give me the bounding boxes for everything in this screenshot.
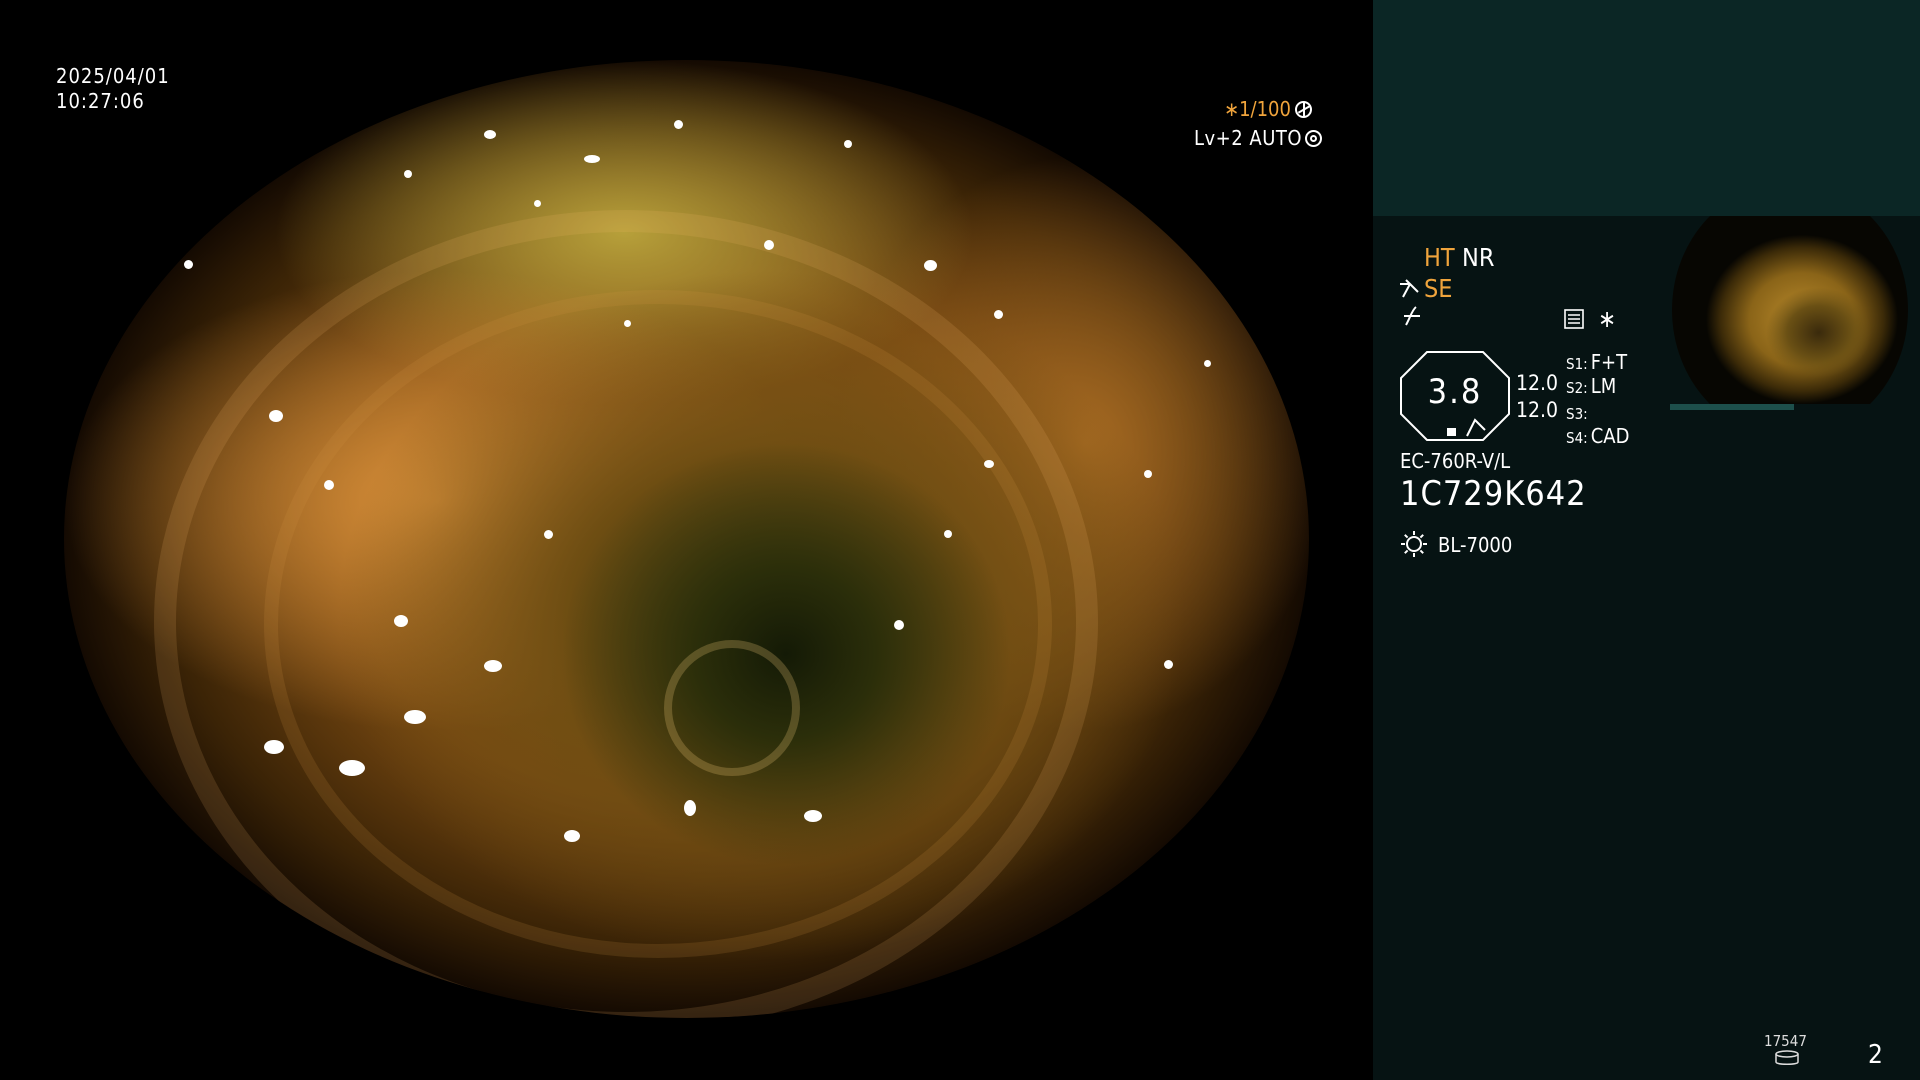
dial-value-2: 12.0 xyxy=(1516,398,1559,422)
light-reflection xyxy=(564,830,580,842)
mucosal-fold xyxy=(664,640,800,776)
page-number: 2 xyxy=(1868,1040,1883,1070)
time-text: 10:27:06 xyxy=(56,89,145,113)
ht-indicator: HT xyxy=(1424,243,1455,272)
light-reflection xyxy=(394,615,408,627)
light-reflection xyxy=(484,660,502,672)
scope-serial: 1C729K642 xyxy=(1400,474,1587,514)
level-text: Lv+2 AUTO xyxy=(1194,126,1303,150)
light-reflection xyxy=(324,480,334,490)
shutter-text: ∗1/100 xyxy=(1224,97,1291,121)
light-reflection xyxy=(484,130,496,139)
date-text: 2025/04/01 xyxy=(56,64,170,88)
switch-key: S3: xyxy=(1566,405,1588,423)
captured-image-thumbnail[interactable] xyxy=(1672,216,1908,404)
thumbnail-bar xyxy=(1670,404,1794,410)
light-reflection xyxy=(404,710,426,724)
light-reflection xyxy=(1144,470,1152,478)
light-reflection xyxy=(994,310,1003,319)
info-panel-header xyxy=(1373,0,1920,216)
scope-switch-2: S2: LM xyxy=(1566,374,1616,398)
switch-value: F+T xyxy=(1590,350,1628,374)
light-reflection xyxy=(944,530,952,538)
light-reflection xyxy=(404,170,412,178)
lens-value: 3.8 xyxy=(1427,372,1483,412)
auto-exposure-icon xyxy=(1305,130,1323,147)
scope-model: EC-760R-V/L xyxy=(1400,449,1511,473)
light-reflection xyxy=(264,740,284,754)
light-reflection xyxy=(1204,360,1211,367)
light-reflection xyxy=(1164,660,1173,669)
shutter-speed: ∗1/100 xyxy=(1224,97,1312,121)
switch-value: LM xyxy=(1590,374,1617,398)
light-reflection xyxy=(184,260,193,269)
freeze-icon xyxy=(1404,306,1420,326)
aperture-icon xyxy=(1294,101,1312,118)
light-reflection xyxy=(269,410,283,422)
light-reflection xyxy=(844,140,852,148)
structure-enhance-icon xyxy=(1400,279,1419,298)
datetime: 2025/04/01 10:27:06 xyxy=(56,64,170,114)
light-reflection xyxy=(544,530,553,539)
light-reflection xyxy=(984,460,994,468)
light-reflection xyxy=(804,810,822,822)
switch-key: S2: xyxy=(1566,379,1588,397)
scope-switch-1: S1: F+T xyxy=(1566,350,1627,374)
dial-value-1: 12.0 xyxy=(1516,371,1559,395)
nr-indicator: NR xyxy=(1462,243,1495,272)
light-reflection xyxy=(684,800,696,816)
mode-icon xyxy=(1564,309,1584,329)
switch-key: S4: xyxy=(1566,429,1588,447)
scope-switch-4: S4: CAD xyxy=(1566,424,1629,448)
star-indicator: ∗ xyxy=(1598,305,1617,333)
mucosal-fold xyxy=(264,290,1052,958)
light-reflection xyxy=(584,155,600,163)
light-source-icon xyxy=(1401,531,1427,557)
light-reflection xyxy=(534,200,541,207)
switch-key: S1: xyxy=(1566,355,1588,373)
light-reflection xyxy=(674,120,683,129)
se-indicator: SE xyxy=(1424,274,1453,303)
light-reflection xyxy=(339,760,365,776)
scope-switch-3: S3: xyxy=(1566,400,1591,424)
light-source-label: BL-7000 xyxy=(1438,533,1513,557)
endoscope-image xyxy=(64,60,1309,1018)
brightness-level: Lv+2 AUTO xyxy=(1194,126,1323,150)
light-reflection xyxy=(764,240,774,250)
light-reflection xyxy=(924,260,937,271)
switch-value: CAD xyxy=(1590,424,1630,448)
storage-disk-icon xyxy=(1775,1050,1799,1065)
light-reflection xyxy=(894,620,904,630)
record-count: 17547 xyxy=(1764,1032,1807,1050)
light-reflection xyxy=(624,320,631,327)
